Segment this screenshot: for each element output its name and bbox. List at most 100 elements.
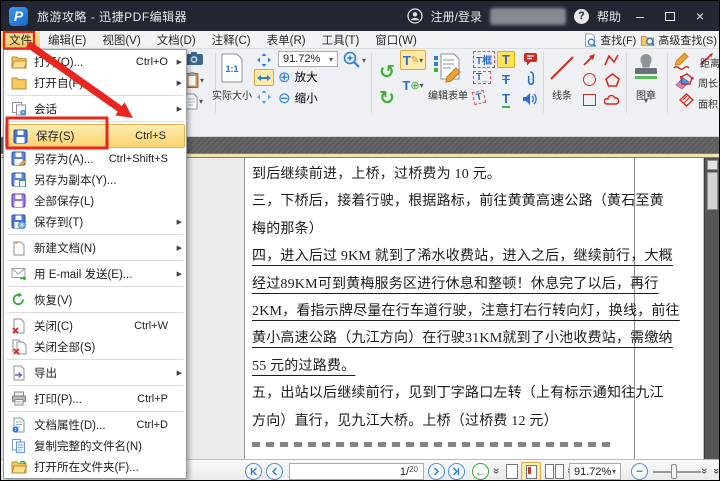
edit-text-tool-button[interactable]: T✎▾ [400,50,426,70]
callout-text-button[interactable]: T [473,91,485,104]
menu-item-close[interactable]: 关闭(C) Ctrl+W [4,315,186,336]
login-button[interactable]: 注册/登录 [431,8,482,25]
menu-item-open-from[interactable]: 打开自(F) ▶ [4,72,186,93]
menu-item-save-copy[interactable]: 另存为副本(Y)... [4,169,186,190]
zoom-level-combo[interactable]: 91.72% ▾ [278,51,338,67]
typewriter-button[interactable]: T_ [473,71,491,84]
close-button[interactable]: × [689,8,711,24]
menu-item-export[interactable]: 导出 ▶ [4,362,186,383]
revert-icon [10,292,27,308]
area-tool-button[interactable] [677,92,695,108]
menu-item-label: 打开所在文件夹(F)... [34,459,139,475]
perimeter-tool-button[interactable] [677,71,695,87]
vertical-scrollbar[interactable] [704,158,719,459]
stamp-button[interactable] [630,51,662,85]
folder-open-icon [10,54,27,70]
menu-item-email[interactable]: 用 E-mail 发送(E)... ▶ [4,263,186,284]
menu-item-print[interactable]: 打印(P)... Ctrl+P [4,388,186,409]
edit-text-icon: T [403,53,411,68]
menu-comment[interactable]: 注释(C) [204,31,259,48]
menu-item-copy-filename[interactable]: 复制完整的文件名(N) [4,435,186,456]
menu-document[interactable]: 文档(D) [149,31,204,48]
menu-form[interactable]: 表单(R) [259,31,314,48]
first-page-button[interactable] [245,463,262,480]
actual-size-button[interactable]: 1:1 [218,51,245,84]
previous-page-button[interactable] [266,463,283,480]
pdf-page[interactable]: 到后继续前进，上桥，过桥费为 10 元。 三，下桥后，接着行驶，根据路标，前往黄… [244,158,703,459]
page-number-input[interactable]: 1/20 [289,463,424,480]
line-tool-button[interactable] [547,53,577,83]
scrollbar-thumb[interactable] [707,172,718,210]
rectangle-tool-button[interactable] [579,91,599,108]
menu-item-new-document[interactable]: * 新建文档(N) ▶ [4,237,186,258]
two-page-left-icon[interactable] [545,464,554,479]
single-page-button[interactable] [506,464,518,479]
paste-button[interactable]: ▾ [184,71,204,89]
menu-item-save[interactable]: 保存(S) Ctrl+S [5,124,185,148]
highlight-text-button[interactable]: T [497,51,515,68]
arrow-tool-button[interactable] [579,51,599,68]
menu-item-save-as[interactable]: 另存为(A)... Ctrl+Shift+S [4,148,186,169]
menu-item-revert[interactable]: 恢复(V) [4,289,186,310]
edit-form-button[interactable] [429,51,467,84]
previous-view-button[interactable]: ← [472,463,489,480]
folder-icon [10,75,27,91]
underline-text-button[interactable]: T [497,91,515,108]
menu-view[interactable]: 视图(V) [94,31,148,48]
menu-tools[interactable]: 工具(T) [314,31,368,48]
menu-item-open[interactable]: 打开(O)... Ctrl+O ▶ [4,51,186,72]
last-page-button[interactable] [448,463,465,480]
zoom-slider-handle[interactable] [671,464,677,479]
fit-page-button[interactable] [254,51,274,68]
maximize-button[interactable] [665,12,675,21]
zoom-tool-button[interactable]: ▾ [342,49,366,71]
menu-item-open-folder[interactable]: 打开所在文件夹(F)... [4,456,186,477]
statusbar-zoom-combo[interactable]: 91.72% ▾ [569,463,621,480]
help-button[interactable]: 帮助 [597,8,621,25]
attach-file-button[interactable] [521,70,539,87]
fit-visible-icon [257,90,271,104]
statusbar-chevron[interactable]: » [698,468,710,474]
strikeout-text-button[interactable]: T [497,71,515,88]
scrollbar-button[interactable] [707,160,718,170]
pencil-tool-button[interactable] [671,51,693,71]
text-box-button[interactable]: T框 [473,51,495,68]
fit-page-icon [257,53,271,67]
window-title: 旅游攻略 - 迅捷PDF编辑器 [37,8,187,25]
menu-window[interactable]: 窗口(W) [367,31,425,48]
stamp-icon [632,52,660,84]
sticky-note-button[interactable] [521,51,539,67]
zoom-in-button[interactable]: ⊕放大 [278,69,318,85]
view-history-chevron[interactable]: » [490,468,502,474]
menu-item-session[interactable]: 会话 ▶ [4,98,186,119]
snapshot-button[interactable] [184,51,204,66]
minimize-button[interactable]: – [629,8,651,24]
menu-file[interactable]: 文件 [1,31,40,48]
rotate-right-button[interactable]: ↻ [377,89,397,108]
menu-item-close-all[interactable]: 关闭全部(S) [4,336,186,357]
rotate-right-icon: ↻ [379,89,395,108]
statusbar-chevron[interactable]: » [710,468,720,474]
polyline-tool-button[interactable] [602,51,622,68]
fit-width-button[interactable] [254,69,274,86]
zoom-out-button[interactable]: ⊖缩小 [278,90,318,106]
zoom-out-slider-button[interactable]: − [631,463,648,480]
advanced-find-button[interactable]: 高级查找(S) [640,32,717,48]
menu-item-document-properties[interactable]: 文档属性(D)... Ctrl+D [4,414,186,435]
two-page-right-icon[interactable] [555,464,564,479]
stamp-dropdown-icon[interactable]: ▼ [630,98,662,105]
zoom-slider-track[interactable] [653,471,701,473]
find-button[interactable]: 查找(F) [583,32,636,48]
next-page-button[interactable] [428,463,445,480]
ellipse-tool-button[interactable] [579,71,599,88]
rotate-left-button[interactable]: ↺ [377,63,397,82]
menu-item-save-all[interactable]: 全部保存(L) [4,190,186,211]
polygon-tool-button[interactable] [602,71,622,88]
sound-annotation-button[interactable] [521,90,539,107]
fit-visible-button[interactable] [254,88,274,105]
cloud-tool-button[interactable] [602,91,622,108]
continuous-page-button[interactable] [521,462,541,481]
menu-item-save-to[interactable]: 保存到(T) ▶ [4,211,186,232]
add-text-button[interactable]: T⊕▾ [400,74,426,96]
menu-edit[interactable]: 编辑(E) [40,31,94,48]
